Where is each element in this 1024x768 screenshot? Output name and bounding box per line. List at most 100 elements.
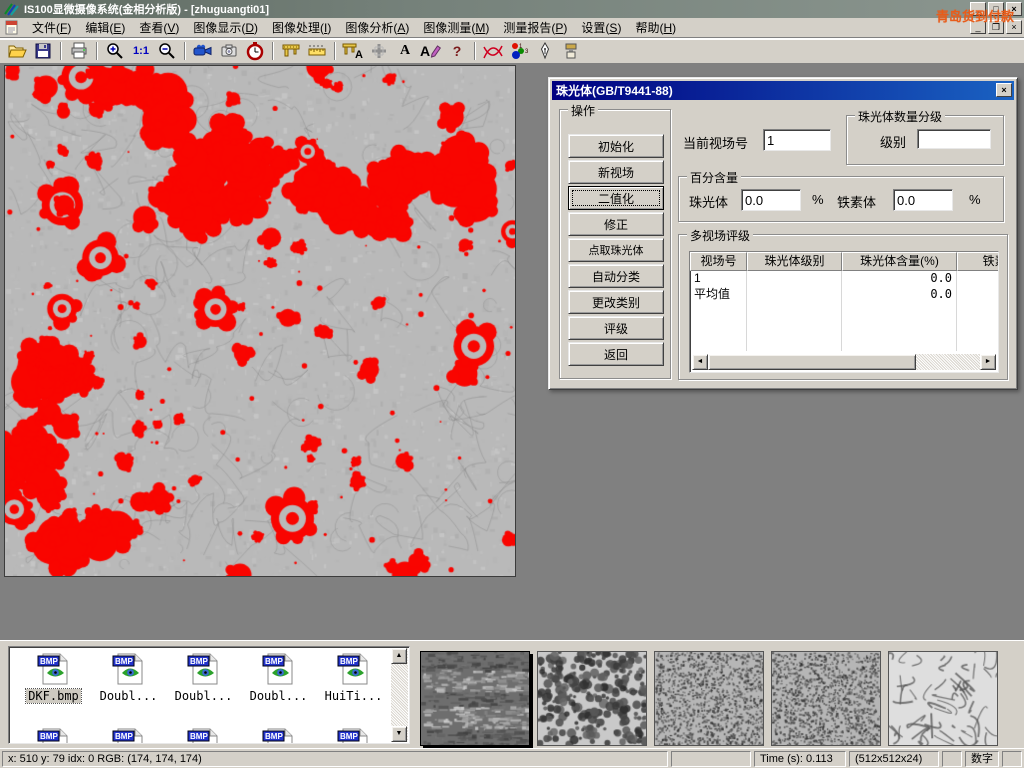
file-item-Doubl-[interactable]: BMPDoubl... [167, 652, 240, 703]
scroll-right-button[interactable]: ► [980, 354, 996, 370]
operation-button-2[interactable]: 新视场 [568, 160, 664, 184]
menu-item-4[interactable]: 图像显示(D) [186, 19, 265, 37]
operation-button-9[interactable]: 返回 [568, 342, 664, 366]
scrollbar-track[interactable] [916, 354, 980, 370]
table-horizontal-scrollbar[interactable]: ◄ ► [692, 354, 996, 370]
scroll-down-button[interactable]: ▼ [391, 726, 407, 742]
operation-button-4[interactable]: 修正 [568, 212, 664, 236]
text-icon[interactable]: A [392, 40, 418, 62]
brush-icon[interactable] [558, 40, 584, 62]
menu-item-8[interactable]: 测量报告(P) [496, 19, 574, 37]
minimize-button[interactable]: _ [970, 2, 986, 16]
mdi-minimize-button[interactable]: _ [970, 20, 986, 34]
dialog-title-bar[interactable]: 珠光体(GB/T9441-88) × [552, 81, 1014, 100]
menu-item-2[interactable]: 编辑(E) [78, 19, 132, 37]
thumbnail-2[interactable] [537, 651, 647, 746]
particle-analysis-icon[interactable]: 13 [506, 40, 532, 62]
table-row-1[interactable]: 10.0 [690, 271, 998, 287]
zoom-in-icon[interactable] [102, 40, 128, 62]
file-item-DKF-bmp[interactable]: BMPDKF.bmp [17, 652, 90, 703]
menu-item-9[interactable]: 设置(S) [574, 19, 628, 37]
status-blank-1 [671, 751, 751, 767]
svg-text:BMP: BMP [40, 732, 58, 741]
file-item-partial[interactable]: BMP [242, 727, 315, 744]
table-cell [957, 335, 999, 351]
ferrite-percent-input[interactable] [893, 189, 953, 211]
file-item-partial[interactable]: BMP [317, 727, 390, 744]
annotate-icon[interactable]: A [418, 40, 444, 62]
grading-group-label: 珠光体数量分级 [855, 108, 945, 125]
rating-table[interactable]: 视场号珠光体级别珠光体含量(%)铁素体含量(%) 10.0平均值0.0 ◄ ► [689, 251, 999, 373]
file-list-scrollbar[interactable]: ▲ ▼ [391, 648, 408, 742]
operation-button-7[interactable]: 更改类别 [568, 290, 664, 314]
ferrite-unit: % [969, 192, 981, 207]
ruler-icon[interactable] [304, 40, 330, 62]
menu-item-10[interactable]: 帮助(H) [628, 19, 683, 37]
operation-button-3[interactable]: 二值化 [568, 186, 664, 210]
mdi-restore-button[interactable]: ❐ [988, 20, 1004, 34]
scroll-up-button[interactable]: ▲ [391, 648, 407, 664]
table-cell [747, 303, 842, 319]
operation-button-6[interactable]: 自动分类 [568, 264, 664, 288]
caliper-icon[interactable] [278, 40, 304, 62]
operation-button-1[interactable]: 初始化 [568, 134, 664, 158]
table-row-5[interactable] [690, 335, 998, 351]
pen-tool-icon[interactable] [532, 40, 558, 62]
svg-text:A: A [420, 43, 430, 59]
help-icon[interactable]: ? [444, 40, 470, 62]
table-row-4[interactable] [690, 319, 998, 335]
scrollbar-thumb[interactable] [708, 354, 916, 370]
thumbnail-4[interactable] [771, 651, 881, 746]
table-row-3[interactable] [690, 303, 998, 319]
menu-item-6[interactable]: 图像分析(A) [338, 19, 416, 37]
micrograph-image-canvas[interactable] [4, 65, 516, 577]
operation-button-8[interactable]: 评级 [568, 316, 664, 340]
current-field-input[interactable] [763, 129, 831, 151]
timer-icon[interactable] [242, 40, 268, 62]
thumbnail-image [420, 651, 530, 746]
cursor-position-status: x: 510 y: 79 idx: 0 RGB: (174, 174, 174) [2, 751, 668, 767]
operation-button-5[interactable]: 点取珠光体 [568, 238, 664, 262]
file-item-partial[interactable]: BMP [167, 727, 240, 744]
table-header-4[interactable]: 铁素体含量(%) [957, 252, 999, 271]
menu-item-1[interactable]: 文件(F) [25, 19, 78, 37]
thumbnail-image [771, 651, 881, 746]
table-header-2[interactable]: 珠光体级别 [747, 252, 842, 271]
table-header-1[interactable]: 视场号 [690, 252, 747, 271]
mdi-close-button[interactable]: × [1006, 20, 1022, 34]
zoom-out-icon[interactable] [154, 40, 180, 62]
file-item-partial[interactable]: BMP [17, 727, 90, 744]
open-icon[interactable] [4, 40, 30, 62]
menu-item-7[interactable]: 图像测量(M) [416, 19, 496, 37]
file-item-Doubl-[interactable]: BMPDoubl... [92, 652, 165, 703]
save-icon[interactable] [30, 40, 56, 62]
level-input[interactable] [917, 129, 991, 149]
menu-item-3[interactable]: 查看(V) [132, 19, 186, 37]
actual-size-icon[interactable]: 1:1 [128, 40, 154, 62]
grid-measure-icon[interactable] [366, 40, 392, 62]
maximize-button[interactable]: □ [988, 2, 1004, 16]
pearlite-percent-input[interactable] [741, 189, 801, 211]
table-cell: 平均值 [690, 287, 747, 303]
menu-item-5[interactable]: 图像处理(I) [265, 19, 338, 37]
video-camera-icon[interactable] [190, 40, 216, 62]
camera-capture-icon[interactable] [216, 40, 242, 62]
curve-tool-icon[interactable] [480, 40, 506, 62]
thumbnail-image [537, 651, 647, 746]
table-row-2[interactable]: 平均值0.0 [690, 287, 998, 303]
measure-text-icon[interactable]: A [340, 40, 366, 62]
table-cell [842, 303, 957, 319]
dialog-close-button[interactable]: × [996, 83, 1012, 97]
file-item-Doubl-[interactable]: BMPDoubl... [242, 652, 315, 703]
file-item-HuiTi-[interactable]: BMPHuiTi... [317, 652, 390, 703]
file-item-partial[interactable]: BMP [92, 727, 165, 744]
table-header-3[interactable]: 珠光体含量(%) [842, 252, 957, 271]
scroll-left-button[interactable]: ◄ [692, 354, 708, 370]
thumbnail-3[interactable] [654, 651, 764, 746]
application-window: IS100显微摄像系统(金相分析版) - [zhuguangti01] _ □ … [0, 0, 1024, 768]
thumbnail-1[interactable] [420, 651, 530, 746]
print-icon[interactable] [66, 40, 92, 62]
thumbnail-5[interactable] [888, 651, 998, 746]
close-button[interactable]: × [1006, 2, 1022, 16]
svg-text:BMP: BMP [190, 657, 208, 666]
